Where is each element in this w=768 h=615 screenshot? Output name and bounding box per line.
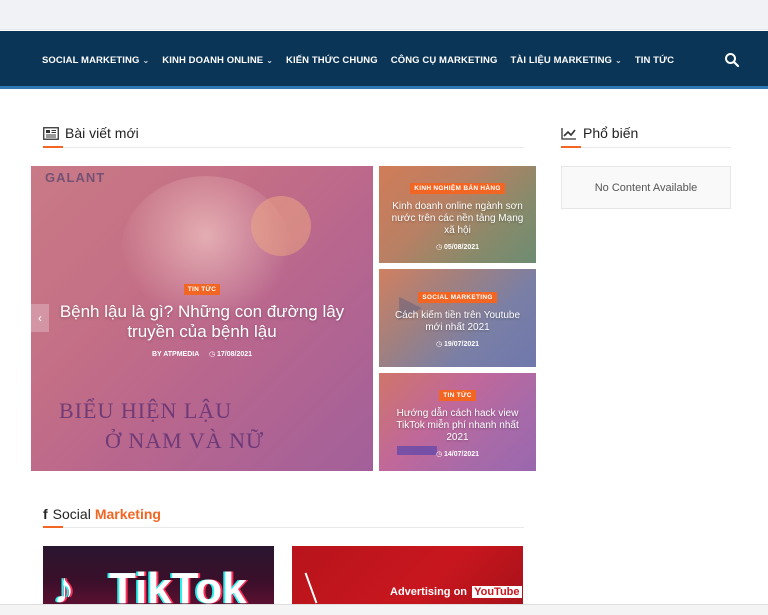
- nav-item-tai-lieu-marketing[interactable]: TÀI LIỆU MARKETING ⌄: [510, 55, 621, 66]
- side-post-category-badge[interactable]: KINH NGHIỆM BÁN HÀNG: [410, 183, 505, 194]
- featured-post-category-badge[interactable]: TIN TỨC: [183, 284, 221, 295]
- slider-prev-arrow[interactable]: ‹: [31, 304, 49, 332]
- side-post-date: 05/08/2021: [444, 244, 480, 251]
- nav-item-label: TIN TỨC: [634, 54, 675, 66]
- clock-icon: ◷: [435, 451, 443, 458]
- featured-post-info: TIN TỨC Bệnh lậu là gì? Những con đường …: [31, 278, 373, 358]
- side-post-info: TIN TỨC Hướng dẫn cách hack view TikTok …: [379, 384, 536, 458]
- side-post-meta: ◷ 19/07/2021: [379, 340, 536, 348]
- recent-posts-divider: [43, 147, 524, 148]
- nav-menu: SOCIAL MARKETING ⌄ KINH DOANH ONLINE ⌄ K…: [42, 31, 687, 89]
- thumbnail-caption-part: Advertising on: [390, 586, 468, 598]
- featured-post-card[interactable]: GALANT BIỂU HIỆN LẬU Ở NAM VÀ NỮ TIN TỨC…: [31, 166, 373, 471]
- bottom-bar: [0, 604, 768, 615]
- recent-posts-accent: [43, 146, 63, 148]
- nav-item-label: KIẾN THỨC CHUNG: [286, 54, 378, 66]
- featured-image-caption-2: Ở NAM VÀ NỮ: [105, 428, 265, 453]
- side-post-date: 19/07/2021: [444, 341, 480, 348]
- featured-post-author[interactable]: BY ATPMEDIA: [152, 351, 199, 358]
- featured-image-figure-head: [251, 196, 311, 256]
- facebook-icon: f: [43, 506, 48, 522]
- side-post-info: SOCIAL MARKETING Cách kiếm tiền trên You…: [379, 286, 536, 348]
- side-post-title[interactable]: Kinh doanh online ngành sơn nước trên cá…: [379, 201, 536, 237]
- side-post-card[interactable]: TIN TỨC Hướng dẫn cách hack view TikTok …: [379, 373, 536, 471]
- recent-posts-title: Bài viết mới: [65, 125, 139, 141]
- featured-post-date: 17/08/2021: [217, 351, 253, 358]
- side-post-info: KINH NGHIỆM BÁN HÀNG Kinh doanh online n…: [379, 177, 536, 251]
- browser-top-strip: [0, 0, 768, 30]
- featured-post-meta: BY ATPMEDIA ◷ 17/08/2021: [31, 350, 373, 358]
- featured-image-brand: GALANT: [45, 170, 106, 185]
- chevron-down-icon: ⌄: [266, 55, 274, 65]
- featured-image-caption-1: BIỂU HIỆN LẬU: [59, 398, 233, 423]
- nav-item-cong-cu-marketing[interactable]: CÔNG CỤ MARKETING: [391, 55, 498, 66]
- newspaper-icon: [43, 126, 59, 140]
- clock-icon: ◷: [435, 244, 443, 251]
- side-post-meta: ◷ 14/07/2021: [379, 450, 536, 458]
- nav-item-label: SOCIAL MARKETING: [42, 54, 140, 66]
- recent-posts-heading: Bài viết mới: [43, 125, 139, 141]
- popular-empty-box: No Content Available: [561, 166, 731, 209]
- chevron-down-icon: ⌄: [142, 55, 150, 65]
- clock-icon: ◷: [435, 341, 443, 348]
- side-post-date: 14/07/2021: [444, 451, 480, 458]
- nav-item-kinh-doanh-online[interactable]: KINH DOANH ONLINE ⌄: [162, 55, 273, 66]
- nav-item-label: KINH DOANH ONLINE: [162, 54, 264, 66]
- clock-icon: ◷: [208, 351, 216, 358]
- popular-heading: Phổ biến: [561, 125, 638, 141]
- side-post-card[interactable]: ▶ SOCIAL MARKETING Cách kiếm tiền trên Y…: [379, 269, 536, 367]
- trending-icon: [561, 127, 577, 140]
- social-title-part2: Marketing: [94, 506, 161, 522]
- social-title-part1: Social: [52, 506, 91, 522]
- popular-empty-text: No Content Available: [594, 181, 698, 194]
- nav-item-kien-thuc-chung[interactable]: KIẾN THỨC CHUNG: [286, 55, 378, 66]
- social-marketing-accent: [43, 526, 63, 528]
- nav-item-label: CÔNG CỤ MARKETING: [390, 54, 498, 66]
- social-marketing-heading[interactable]: f Social Marketing: [43, 506, 161, 522]
- social-post-thumbnail[interactable]: Advertising on YouTube with: [292, 546, 523, 604]
- side-post-card[interactable]: KINH NGHIỆM BÁN HÀNG Kinh doanh online n…: [379, 166, 536, 263]
- youtube-logo-icon: YouTube: [472, 586, 522, 598]
- social-marketing-divider: [43, 527, 524, 528]
- nav-item-tin-tuc[interactable]: TIN TỨC: [635, 55, 674, 66]
- side-post-category-badge[interactable]: TIN TỨC: [439, 390, 476, 401]
- youtube-thumbnail-caption: Advertising on YouTube with: [390, 586, 523, 598]
- nav-item-label: TÀI LIỆU MARKETING: [510, 54, 613, 66]
- featured-post-title[interactable]: Bệnh lậu là gì? Những con đường lây truy…: [31, 302, 373, 342]
- social-post-thumbnail[interactable]: ♪ TikTok: [43, 546, 274, 604]
- popular-title: Phổ biến: [583, 125, 639, 141]
- side-post-category-badge[interactable]: SOCIAL MARKETING: [418, 292, 497, 303]
- popular-accent: [561, 146, 581, 148]
- tiktok-logo-icon: ♪: [53, 564, 76, 604]
- tiktok-thumbnail-text: TikTok: [109, 564, 247, 604]
- thumbnail-decoration: [304, 572, 318, 604]
- side-post-meta: ◷ 05/08/2021: [379, 243, 536, 251]
- chevron-down-icon: ⌄: [615, 55, 622, 65]
- side-post-title[interactable]: Hướng dẫn cách hack view TikTok miễn phí…: [379, 408, 536, 444]
- side-post-title[interactable]: Cách kiếm tiền trên Youtube mới nhất 202…: [379, 310, 536, 334]
- nav-item-social-marketing[interactable]: SOCIAL MARKETING ⌄: [42, 55, 149, 66]
- search-icon[interactable]: [724, 52, 740, 68]
- main-navigation: SOCIAL MARKETING ⌄ KINH DOANH ONLINE ⌄ K…: [0, 31, 768, 89]
- popular-divider: [561, 147, 731, 148]
